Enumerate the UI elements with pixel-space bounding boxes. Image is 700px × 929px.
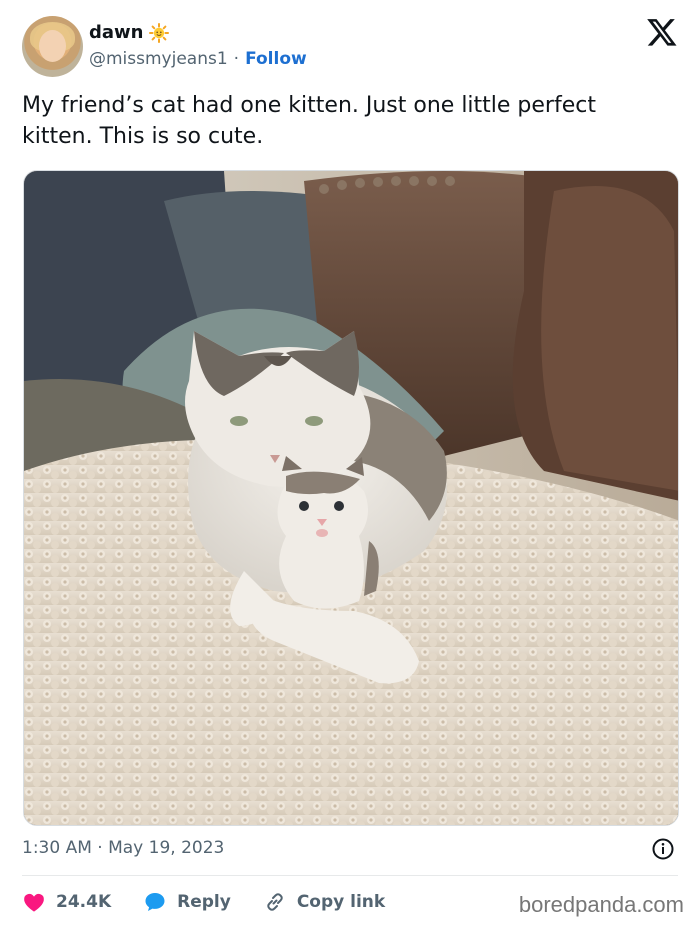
tweet-photo[interactable] [23, 170, 679, 826]
like-count: 24.4K [56, 892, 112, 912]
reply-bubble-icon [145, 893, 165, 911]
x-logo-icon[interactable] [646, 16, 678, 48]
action-bar: 24.4K Reply Copy link [22, 886, 417, 918]
copy-link-button[interactable]: Copy link [263, 890, 385, 914]
photo-cat-with-kitten [24, 171, 678, 825]
copy-link-label: Copy link [296, 892, 386, 912]
author-name[interactable]: dawn [89, 22, 143, 43]
sun-emoji-icon [149, 22, 170, 43]
name-row: dawn [89, 22, 170, 43]
tweet-text: My friend’s cat had one kitten. Just one… [22, 93, 596, 149]
source-credit: boredpanda.com [518, 892, 684, 917]
divider [22, 875, 678, 876]
info-icon[interactable] [651, 837, 675, 861]
author-handle[interactable]: @missmyjeans1 [89, 49, 228, 69]
tweet-timestamp[interactable]: 1:30 AM · May 19, 2023 [22, 838, 224, 858]
handle-row: @missmyjeans1 · Follow [89, 49, 307, 69]
avatar-face [39, 30, 66, 62]
like-button[interactable]: 24.4K [22, 890, 111, 914]
avatar[interactable] [22, 16, 83, 77]
follow-button[interactable]: Follow [245, 49, 307, 69]
reply-label: Reply [177, 892, 231, 912]
heart-icon [24, 893, 44, 912]
separator-dot: · [233, 49, 240, 69]
link-icon [267, 893, 283, 911]
reply-button[interactable]: Reply [143, 890, 231, 914]
tweet-header: dawn @missmyjeans1 · Follow [22, 16, 678, 80]
